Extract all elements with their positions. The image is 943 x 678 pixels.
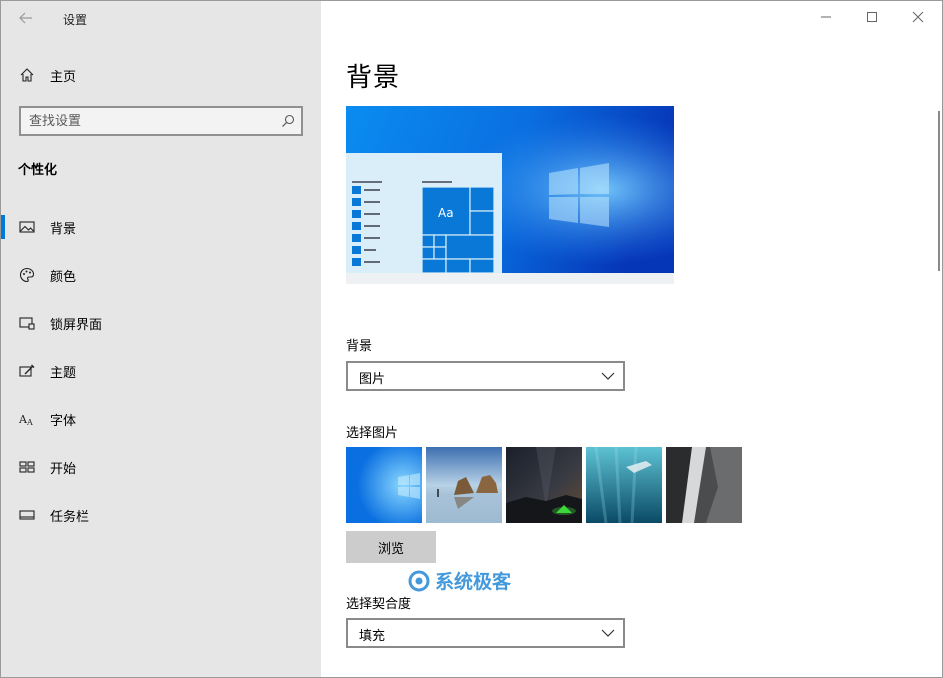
font-icon: AA bbox=[19, 413, 33, 427]
watermark-text: 系统极客 bbox=[435, 571, 512, 593]
sidebar-item-label: 字体 bbox=[50, 414, 77, 429]
choose-picture-label: 选择图片 bbox=[346, 426, 399, 441]
sidebar-item-label: 主题 bbox=[50, 366, 77, 381]
sidebar-item-lock-screen[interactable]: 锁屏界面 bbox=[1, 305, 321, 341]
background-type-dropdown[interactable]: 图片 bbox=[346, 361, 625, 391]
minimize-icon bbox=[821, 16, 831, 18]
waterfall-cliff-thumbnail-image bbox=[666, 447, 742, 523]
windows-hero-thumbnail-image bbox=[346, 447, 422, 523]
page-title: 背景 bbox=[346, 63, 401, 93]
choose-fit-label: 选择契合度 bbox=[346, 597, 412, 612]
search-box bbox=[19, 106, 303, 136]
sidebar-item-label: 主页 bbox=[50, 70, 77, 85]
picture-thumbnail[interactable] bbox=[666, 447, 742, 523]
chevron-down-icon bbox=[601, 629, 615, 637]
night-sky-camping-thumbnail-image bbox=[506, 447, 582, 523]
search-input[interactable] bbox=[29, 113, 269, 129]
sidebar-item-start[interactable]: 开始 bbox=[1, 449, 321, 485]
palette-icon bbox=[19, 267, 35, 283]
underwater-swimmer-thumbnail-image bbox=[586, 447, 662, 523]
background-label: 背景 bbox=[346, 339, 373, 354]
watermark: 系统极客 bbox=[407, 567, 511, 594]
lock-screen-icon bbox=[19, 317, 35, 330]
picture-thumbnail[interactable] bbox=[586, 447, 662, 523]
background-preview: Aa bbox=[346, 106, 674, 284]
close-button[interactable] bbox=[895, 1, 941, 33]
minimize-button[interactable] bbox=[803, 1, 849, 33]
browse-button[interactable]: 浏览 bbox=[346, 531, 436, 563]
preview-tile-text: Aa bbox=[438, 206, 454, 220]
picture-thumbnail[interactable] bbox=[506, 447, 582, 523]
start-grid-icon bbox=[19, 461, 35, 473]
section-title: 个性化 bbox=[18, 163, 58, 178]
fit-value: 填充 bbox=[359, 629, 386, 644]
sidebar-item-background[interactable]: 背景 bbox=[1, 209, 321, 245]
settings-window: 设置 主页 个性化 背景 颜色 锁屏界面 主题 AA 字体 bbox=[0, 0, 943, 678]
sidebar-item-label: 开始 bbox=[50, 462, 77, 477]
theme-brush-icon bbox=[19, 364, 35, 377]
home-icon bbox=[20, 68, 34, 82]
sidebar-item-home[interactable]: 主页 bbox=[1, 61, 321, 89]
maximize-icon bbox=[867, 12, 877, 22]
picture-icon bbox=[19, 221, 35, 233]
beach-rocks-thumbnail-image bbox=[426, 447, 502, 523]
sidebar-item-label: 颜色 bbox=[50, 270, 77, 285]
scrollbar[interactable] bbox=[938, 111, 940, 271]
search-icon[interactable] bbox=[281, 114, 295, 128]
background-type-value: 图片 bbox=[359, 372, 386, 387]
sidebar-item-themes[interactable]: 主题 bbox=[1, 353, 321, 389]
svg-text:A: A bbox=[26, 418, 33, 427]
app-title: 设置 bbox=[63, 13, 88, 27]
taskbar-icon bbox=[19, 510, 35, 520]
maximize-button[interactable] bbox=[849, 1, 895, 33]
picture-thumbnail[interactable] bbox=[346, 447, 422, 523]
picture-thumbnail[interactable] bbox=[426, 447, 502, 523]
sidebar: 设置 主页 个性化 背景 颜色 锁屏界面 主题 AA 字体 bbox=[1, 1, 321, 677]
sidebar-item-label: 任务栏 bbox=[50, 510, 90, 525]
watermark-logo-icon bbox=[408, 570, 430, 591]
sidebar-item-label: 锁屏界面 bbox=[50, 318, 103, 333]
sidebar-item-colors[interactable]: 颜色 bbox=[1, 257, 321, 293]
back-arrow-icon bbox=[19, 12, 32, 24]
sidebar-item-label: 背景 bbox=[50, 222, 77, 237]
sidebar-item-taskbar[interactable]: 任务栏 bbox=[1, 497, 321, 533]
chevron-down-icon bbox=[601, 372, 615, 380]
desktop-preview-image bbox=[346, 106, 674, 284]
close-icon bbox=[912, 11, 924, 23]
back-button[interactable] bbox=[11, 7, 41, 29]
fit-dropdown[interactable]: 填充 bbox=[346, 618, 625, 648]
sidebar-item-fonts[interactable]: AA 字体 bbox=[1, 401, 321, 437]
